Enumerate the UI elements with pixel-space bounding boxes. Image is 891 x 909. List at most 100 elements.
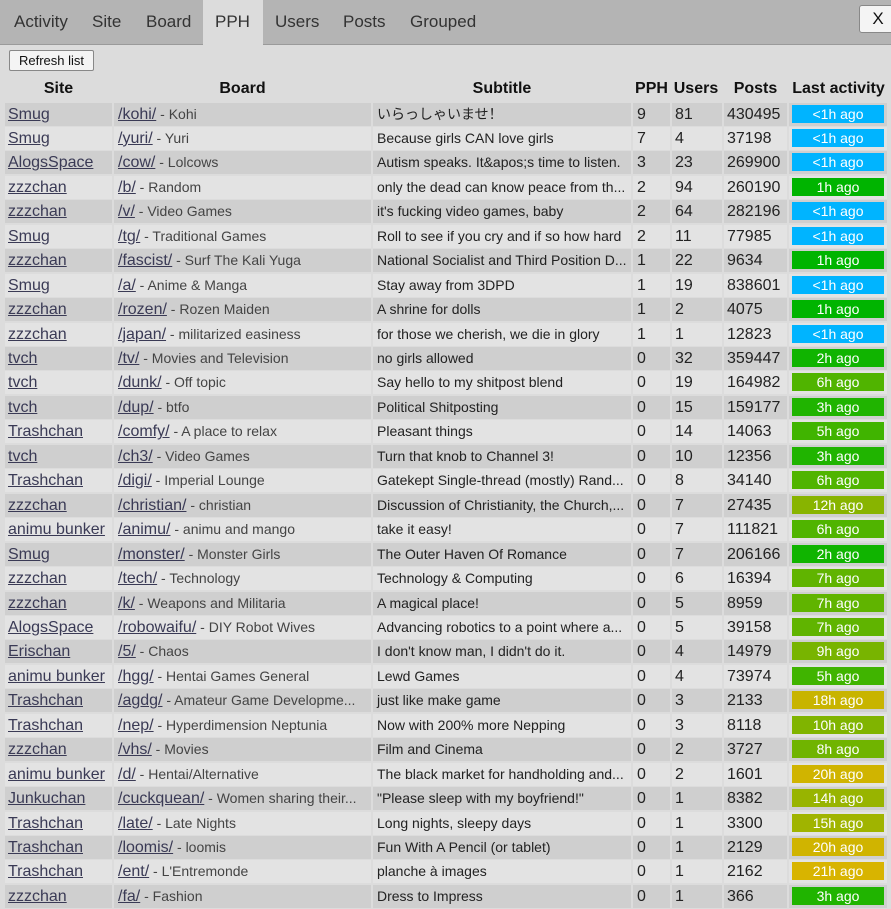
table-row: Trashchan/late/ - Late Nights Long nights… <box>0 811 891 837</box>
board-link[interactable]: /cuckquean/ <box>118 790 204 807</box>
board-link[interactable]: /animu/ <box>118 521 170 538</box>
board-link[interactable]: /a/ <box>118 277 136 294</box>
site-link[interactable]: zzzchan <box>8 326 67 343</box>
column-header-posts[interactable]: Posts <box>724 78 787 100</box>
site-link[interactable]: Trashchan <box>8 863 83 880</box>
last-activity-cell: 1h ago <box>789 249 887 273</box>
board-link[interactable]: /k/ <box>118 595 135 612</box>
board-link[interactable]: /tv/ <box>118 350 139 367</box>
site-link[interactable]: zzzchan <box>8 301 67 318</box>
board-link[interactable]: /yuri/ <box>118 130 153 147</box>
board-link[interactable]: /v/ <box>118 203 135 220</box>
site-link[interactable]: Erischan <box>8 643 70 660</box>
site-link[interactable]: Smug <box>8 546 50 563</box>
site-link[interactable]: zzzchan <box>8 595 67 612</box>
last-activity-badge: 7h ago <box>792 593 884 612</box>
site-link[interactable]: Smug <box>8 130 50 147</box>
column-header-last-activity[interactable]: Last activity <box>788 78 889 100</box>
column-header-site[interactable]: Site <box>5 78 112 100</box>
board-description: - Amateur Game Developme... <box>162 692 356 709</box>
board-link[interactable]: /robowaifu/ <box>118 619 196 636</box>
site-cell: Trashchan <box>5 469 112 493</box>
site-link[interactable]: tvch <box>8 374 37 391</box>
board-link[interactable]: /d/ <box>118 766 136 783</box>
site-link[interactable]: Smug <box>8 106 50 123</box>
site-link[interactable]: zzzchan <box>8 497 67 514</box>
board-link[interactable]: /dunk/ <box>118 374 162 391</box>
column-header-board[interactable]: Board <box>114 78 371 100</box>
column-header-subtitle[interactable]: Subtitle <box>373 78 631 100</box>
board-link[interactable]: /fascist/ <box>118 252 172 269</box>
site-link[interactable]: Trashchan <box>8 692 83 709</box>
board-link[interactable]: /5/ <box>118 643 136 660</box>
board-link[interactable]: /monster/ <box>118 546 185 563</box>
board-description: - Women sharing their... <box>204 790 357 807</box>
site-link[interactable]: tvch <box>8 448 37 465</box>
close-button[interactable]: X <box>859 5 891 33</box>
board-link[interactable]: /cow/ <box>118 154 155 171</box>
board-link[interactable]: /digi/ <box>118 472 152 489</box>
last-activity-cell: 5h ago <box>789 420 887 444</box>
board-link[interactable]: /dup/ <box>118 399 154 416</box>
last-activity-badge: 18h ago <box>792 691 884 710</box>
board-link[interactable]: /ent/ <box>118 863 149 880</box>
tab-activity[interactable]: Activity <box>2 0 80 44</box>
site-cell: Trashchan <box>5 811 112 835</box>
board-link[interactable]: /ch3/ <box>118 448 153 465</box>
board-link[interactable]: /rozen/ <box>118 301 167 318</box>
site-link[interactable]: zzzchan <box>8 570 67 587</box>
board-link[interactable]: /kohi/ <box>118 106 156 123</box>
board-link[interactable]: /christian/ <box>118 497 186 514</box>
site-link[interactable]: animu bunker <box>8 766 105 783</box>
site-link[interactable]: Trashchan <box>8 839 83 856</box>
board-link[interactable]: /comfy/ <box>118 423 170 440</box>
site-cell: Smug <box>5 224 112 248</box>
site-link[interactable]: zzzchan <box>8 179 67 196</box>
board-link[interactable]: /loomis/ <box>118 839 173 856</box>
board-cell: /v/ - Video Games <box>114 200 371 224</box>
board-link[interactable]: /fa/ <box>118 888 140 905</box>
last-activity-badge: 1h ago <box>792 177 884 196</box>
site-link[interactable]: animu bunker <box>8 521 105 538</box>
site-link[interactable]: Trashchan <box>8 472 83 489</box>
tab-board[interactable]: Board <box>134 0 203 44</box>
board-link[interactable]: /late/ <box>118 815 153 832</box>
tab-site[interactable]: Site <box>80 0 133 44</box>
site-link[interactable]: zzzchan <box>8 252 67 269</box>
board-link[interactable]: /tg/ <box>118 228 140 245</box>
tab-users[interactable]: Users <box>263 0 331 44</box>
column-header-pph[interactable]: PPH <box>633 78 670 100</box>
site-link[interactable]: tvch <box>8 399 37 416</box>
posts-cell: 8118 <box>724 713 787 737</box>
board-cell: /kohi/ - Kohi <box>114 102 371 126</box>
board-link[interactable]: /tech/ <box>118 570 157 587</box>
site-link[interactable]: tvch <box>8 350 37 367</box>
site-link[interactable]: AlogsSpace <box>8 154 93 171</box>
board-link[interactable]: /agdg/ <box>118 692 162 709</box>
site-link[interactable]: Trashchan <box>8 717 83 734</box>
board-link[interactable]: /b/ <box>118 179 136 196</box>
site-link[interactable]: Smug <box>8 277 50 294</box>
column-header-users[interactable]: Users <box>670 78 722 100</box>
board-link[interactable]: /japan/ <box>118 326 166 343</box>
tab-pph[interactable]: PPH <box>203 0 263 45</box>
refresh-list-button[interactable]: Refresh list <box>9 50 95 71</box>
tab-grouped[interactable]: Grouped <box>398 0 488 44</box>
site-link[interactable]: Smug <box>8 228 50 245</box>
site-link[interactable]: zzzchan <box>8 741 67 758</box>
posts-cell: 9634 <box>724 249 787 273</box>
tab-posts[interactable]: Posts <box>331 0 398 44</box>
posts-cell: 34140 <box>724 469 787 493</box>
site-link[interactable]: Trashchan <box>8 423 83 440</box>
board-link[interactable]: /nep/ <box>118 717 154 734</box>
site-link[interactable]: AlogsSpace <box>8 619 93 636</box>
site-link[interactable]: Trashchan <box>8 815 83 832</box>
site-link[interactable]: zzzchan <box>8 203 67 220</box>
last-activity-badge: 1h ago <box>792 300 884 319</box>
site-link[interactable]: Junkuchan <box>8 790 85 807</box>
site-link[interactable]: animu bunker <box>8 668 105 685</box>
board-link[interactable]: /vhs/ <box>118 741 152 758</box>
site-link[interactable]: zzzchan <box>8 888 67 905</box>
board-link[interactable]: /hgg/ <box>118 668 154 685</box>
subtitle-cell: Gatekept Single-thread (mostly) Rand... <box>373 469 631 493</box>
